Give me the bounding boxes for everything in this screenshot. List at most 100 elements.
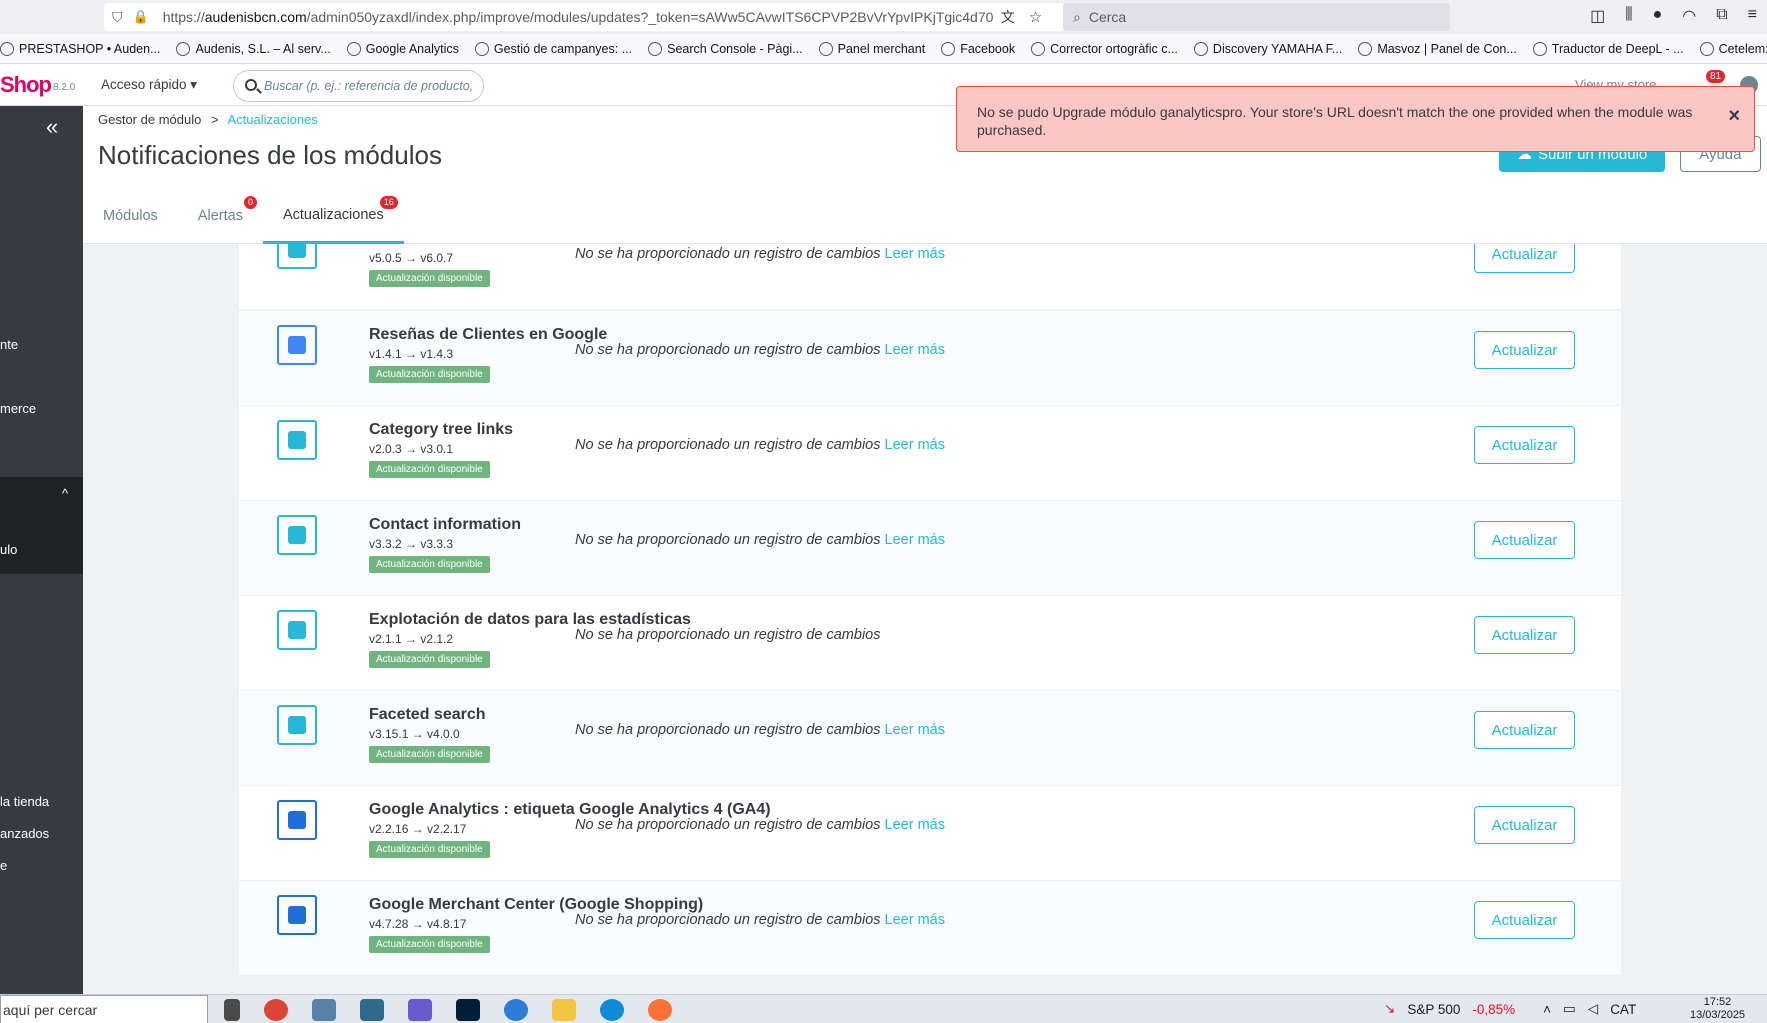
bookmark-item[interactable]: Panel merchant	[818, 41, 925, 56]
read-more-link[interactable]: Leer más	[885, 722, 945, 738]
file-explorer-icon[interactable]	[552, 999, 576, 1021]
prestashop-logo[interactable]: Shop	[0, 72, 52, 98]
calculator-icon[interactable]	[312, 999, 336, 1021]
sidebar-item-advanced[interactable]: anzados	[0, 826, 49, 841]
extensions-icon[interactable]: ⧉	[1716, 6, 1727, 26]
breadcrumb-separator: >	[210, 112, 219, 127]
bookmark-favicon-icon	[1699, 41, 1714, 56]
update-module-button[interactable]: Actualizar	[1474, 806, 1575, 844]
admin-search-input[interactable]: Buscar (p. ej.: referencia de producto,	[233, 70, 484, 102]
bookmark-favicon-icon	[176, 41, 191, 56]
bookmark-item[interactable]: Audenis, S.L. – Al serv...	[176, 41, 331, 56]
sidebar: « nte merce ^ ulo la tienda anzados e	[0, 106, 83, 994]
read-more-link[interactable]: Leer más	[885, 342, 945, 358]
menu-icon[interactable]: ≡	[1748, 6, 1757, 26]
bookmark-item[interactable]: Masvoz | Panel de Con...	[1358, 41, 1517, 56]
pocket-icon[interactable]: ◫	[1590, 6, 1605, 26]
update-available-badge: Actualización disponible	[369, 936, 490, 953]
photos-icon[interactable]	[360, 999, 384, 1021]
task-view-icon[interactable]	[224, 999, 240, 1021]
browser-toolbar-icons: ◫ ⫼ ● ◠ ⧉ ≡	[1590, 6, 1767, 26]
quick-access-dropdown[interactable]: Acceso rápido ▾	[101, 77, 197, 93]
module-name: Reseñas de Clientes en Google	[369, 326, 608, 343]
bookmark-favicon-icon	[1193, 41, 1208, 56]
breadcrumb-current[interactable]: Actualizaciones	[227, 112, 317, 127]
bookmark-item[interactable]: Search Console - Pàgi...	[648, 41, 803, 56]
edge-icon[interactable]	[600, 999, 624, 1021]
chevron-up-icon[interactable]: ˄	[1543, 1002, 1551, 1017]
bookmark-favicon-icon	[818, 41, 833, 56]
network-icon[interactable]: ▭	[1563, 1001, 1576, 1017]
library-icon[interactable]: ⫼	[1625, 6, 1632, 26]
error-alert: No se pudo Upgrade módulo ganalyticspro.…	[956, 86, 1755, 152]
stats-data-icon	[277, 610, 317, 650]
collapse-sidebar-icon[interactable]: «	[46, 114, 58, 140]
chevron-up-icon[interactable]: ^	[62, 486, 68, 501]
update-module-button[interactable]: Actualizar	[1474, 426, 1575, 464]
sidebar-item-clients[interactable]: nte	[0, 337, 18, 352]
module-versions: v1.4.1 → v1.4.3	[369, 347, 454, 361]
google-merchant-icon	[277, 895, 317, 935]
read-more-link[interactable]: Leer más	[885, 246, 945, 262]
sidebar-item-commerce[interactable]: merce	[0, 401, 36, 416]
photoshop-icon[interactable]	[456, 999, 480, 1021]
bookmark-star-icon[interactable]: ☆	[1029, 8, 1042, 26]
url-text: https://audenisbcn.com/admin050yzaxdl/in…	[162, 9, 993, 25]
bookmark-item[interactable]: Traductor de DeepL - ...	[1532, 41, 1684, 56]
bookmark-item[interactable]: Facebook	[941, 41, 1015, 56]
network-app-icon[interactable]	[408, 999, 432, 1021]
volume-icon[interactable]: ◁	[1588, 1001, 1598, 1017]
taskbar-search-input[interactable]: aquí per cercar	[0, 995, 208, 1023]
read-more-link[interactable]: Leer más	[885, 817, 945, 833]
sidebar-item-other[interactable]: e	[0, 858, 7, 873]
account-icon[interactable]: ●	[1653, 6, 1663, 26]
bookmark-favicon-icon	[0, 41, 14, 56]
bookmark-favicon-icon	[1532, 41, 1547, 56]
firefox-icon[interactable]	[648, 999, 672, 1021]
update-module-button[interactable]: Actualizar	[1474, 521, 1575, 559]
changelog-text: No se ha proporcionado un registro de ca…	[575, 912, 945, 928]
stock-name[interactable]: S&P 500	[1407, 1002, 1460, 1017]
translate-icon[interactable]: 文	[1001, 7, 1015, 27]
alert-message: No se pudo Upgrade módulo ganalyticspro.…	[977, 104, 1693, 138]
browser-toolbar: ⛉ 🔒 https://audenisbcn.com/admin050yzaxd…	[0, 0, 1767, 34]
changelog-text: No se ha proporcionado un registro de ca…	[575, 817, 945, 833]
read-more-link[interactable]: Leer más	[885, 437, 945, 453]
module-versions: v2.0.3 → v3.0.1	[369, 442, 454, 456]
notifications-badge[interactable]: 81	[1706, 70, 1726, 83]
module-versions: v3.15.1 → v4.0.0	[369, 727, 460, 741]
update-module-button[interactable]: Actualizar	[1474, 616, 1575, 654]
tab-alerts[interactable]: Alertas 0	[178, 188, 263, 244]
bookmark-item[interactable]: Discovery YAMAHA F...	[1193, 41, 1342, 56]
bookmark-item[interactable]: Gestió de campanyes: ...	[474, 41, 632, 56]
language-indicator[interactable]: CAT	[1610, 1002, 1636, 1017]
read-more-link[interactable]: Leer más	[885, 532, 945, 548]
windows-taskbar: aquí per cercar ↘ S&P 500 -0,85% ˄ ▭ ◁ C…	[0, 994, 1767, 1023]
breadcrumb-parent[interactable]: Gestor de módulo	[98, 112, 201, 127]
address-bar[interactable]: ⛉ 🔒 https://audenisbcn.com/admin050yzaxd…	[104, 3, 1064, 31]
tab-updates[interactable]: Actualizaciones 16	[262, 188, 404, 244]
update-module-button[interactable]: Actualizar	[1474, 331, 1575, 369]
bookmark-item[interactable]: PRESTASHOP • Auden...	[0, 41, 160, 56]
google-analytics-icon	[277, 800, 317, 840]
breadcrumb: Gestor de módulo > Actualizaciones	[98, 112, 318, 127]
update-module-button[interactable]: Actualizar	[1474, 244, 1575, 273]
tab-modules[interactable]: Módulos	[83, 188, 178, 244]
rss-icon[interactable]: ◠	[1682, 6, 1696, 26]
close-icon[interactable]: ×	[1728, 106, 1740, 126]
bookmark-item[interactable]: Cetelem: Retail	[1699, 41, 1767, 56]
update-module-button[interactable]: Actualizar	[1474, 711, 1575, 749]
clock[interactable]: 17:52 13/03/2025	[1690, 996, 1745, 1022]
read-more-link[interactable]: Leer más	[885, 912, 945, 928]
sidebar-item-shop-params[interactable]: la tienda	[0, 794, 49, 809]
mail-app-icon[interactable]	[504, 999, 528, 1021]
update-available-badge: Actualización disponible	[369, 746, 490, 763]
stock-chart-icon: ↘	[1384, 1001, 1396, 1016]
bookmark-item[interactable]: Google Analytics	[346, 41, 459, 56]
chrome-icon[interactable]	[264, 999, 288, 1021]
sidebar-item-modules[interactable]: ulo	[0, 542, 17, 557]
module-name: Faceted search	[369, 706, 486, 723]
browser-search-input[interactable]: ⌕ Cerca	[1063, 3, 1450, 31]
update-module-button[interactable]: Actualizar	[1474, 901, 1575, 939]
bookmark-item[interactable]: Corrector ortogràfic c...	[1031, 41, 1178, 56]
